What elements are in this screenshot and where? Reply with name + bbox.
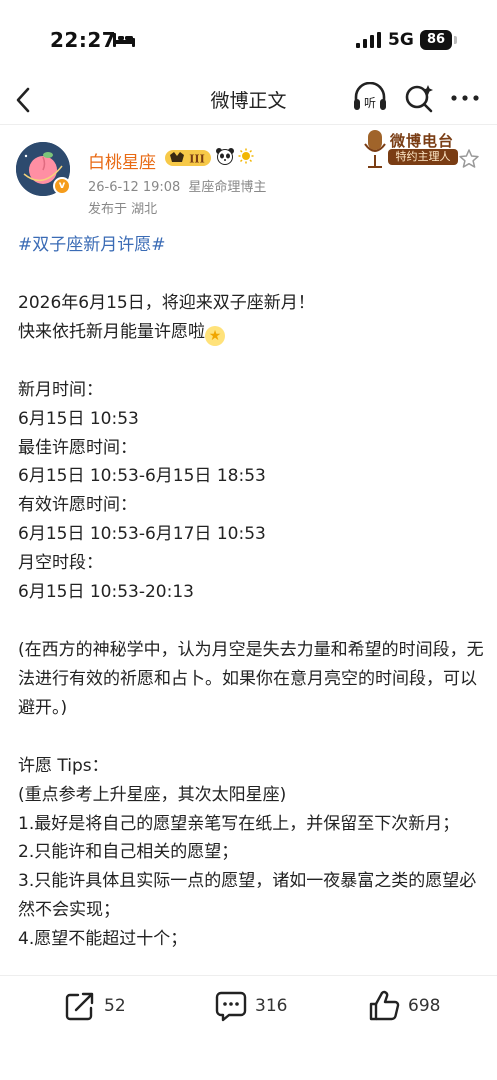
battery-indicator: 86 [420,30,452,50]
post-location: 发布于 湖北 [88,202,158,217]
search-icon[interactable] [404,82,436,114]
level-badge: III [165,150,211,166]
more-icon[interactable] [450,88,480,108]
author-name[interactable]: 白桃星座 [88,148,156,173]
radio-title: 微博电台 [390,132,455,150]
radio-subtitle: 特约主理人 [388,149,458,165]
star-emoji-icon: ★ [205,325,225,346]
listen-icon[interactable]: 听 [352,82,388,114]
best-wish-time: 6月15日 10:53-6月15日 18:53 [18,466,266,487]
void-moon-time: 6月15日 10:53-20:13 [18,582,194,603]
header-divider [0,124,497,125]
favorite-star-icon[interactable] [458,148,480,170]
listen-label: 听 [364,96,376,110]
status-bar: 22:27 5G 86 [0,0,497,80]
share-count: 52 [104,996,126,1016]
like-count: 698 [408,996,441,1016]
status-time: 22:27 [50,28,117,52]
post-body: #双子座新月许愿# 2026年6月15日，将迎来双子座新月！ 快来依托新月能量许… [18,231,484,954]
new-moon-label: 新月时间： [18,379,103,400]
best-wish-label: 最佳许愿时间： [18,437,137,458]
tips-title: 许愿 Tips： [18,755,109,776]
tip-item: 4.愿望不能超过十个； [18,929,188,950]
comment-count: 316 [255,996,288,1016]
like-button[interactable]: 698 [368,990,440,1022]
comment-button[interactable]: 316 [215,990,287,1022]
action-bar: 52 316 698 [0,975,497,1035]
post-line-wish-text: 快来依托新月能量许愿啦 [18,321,205,342]
tip-item: 1.最好是将自己的愿望亲笔写在纸上，并保留至下次新月； [18,813,460,834]
share-icon [65,992,94,1021]
level-text: III [189,153,204,166]
battery-cap [454,36,457,44]
valid-wish-time: 6月15日 10:53-6月17日 10:53 [18,524,266,545]
tip-item: 3.只能许具体且实际一点的愿望，诸如一夜暴富之类的愿望必然不会实现； [18,871,477,921]
nav-bar: 微博正文 听 [0,78,497,122]
hashtag-link[interactable]: #双子座新月许愿# [18,231,484,260]
back-icon[interactable] [12,84,36,116]
network-label: 5G [388,30,414,50]
signal-icon [356,32,381,48]
sleep-mode-icon [113,33,135,47]
thumbs-up-icon [369,990,400,1021]
share-button[interactable]: 52 [64,990,126,1022]
post-meta: 26-6-12 19:08 星座命理博主 [88,176,274,195]
author-title: 星座命理博主 [188,180,267,195]
verified-badge: v [53,177,71,195]
post-date: 26-6-12 19:08 [88,180,181,195]
void-moon-label: 月空时段： [18,553,103,574]
void-moon-note: (在西方的神秘学中，认为月空是失去力量和希望的时间段，无法进行有效的祈愿和占卜。… [18,639,484,718]
post-line-intro: 2026年6月15日，将迎来双子座新月！ [18,292,315,313]
sun-icon [238,148,254,164]
tip-item: 2.只能许和自己相关的愿望； [18,842,239,863]
tips-note: (重点参考上升星座，其次太阳星座) [18,784,287,805]
post-line-wish: 快来依托新月能量许愿啦 ★ [18,318,484,347]
valid-wish-label: 有效许愿时间： [18,495,137,516]
comment-icon [215,991,247,1022]
new-moon-time: 6月15日 10:53 [18,408,139,429]
panda-icon [216,148,234,165]
